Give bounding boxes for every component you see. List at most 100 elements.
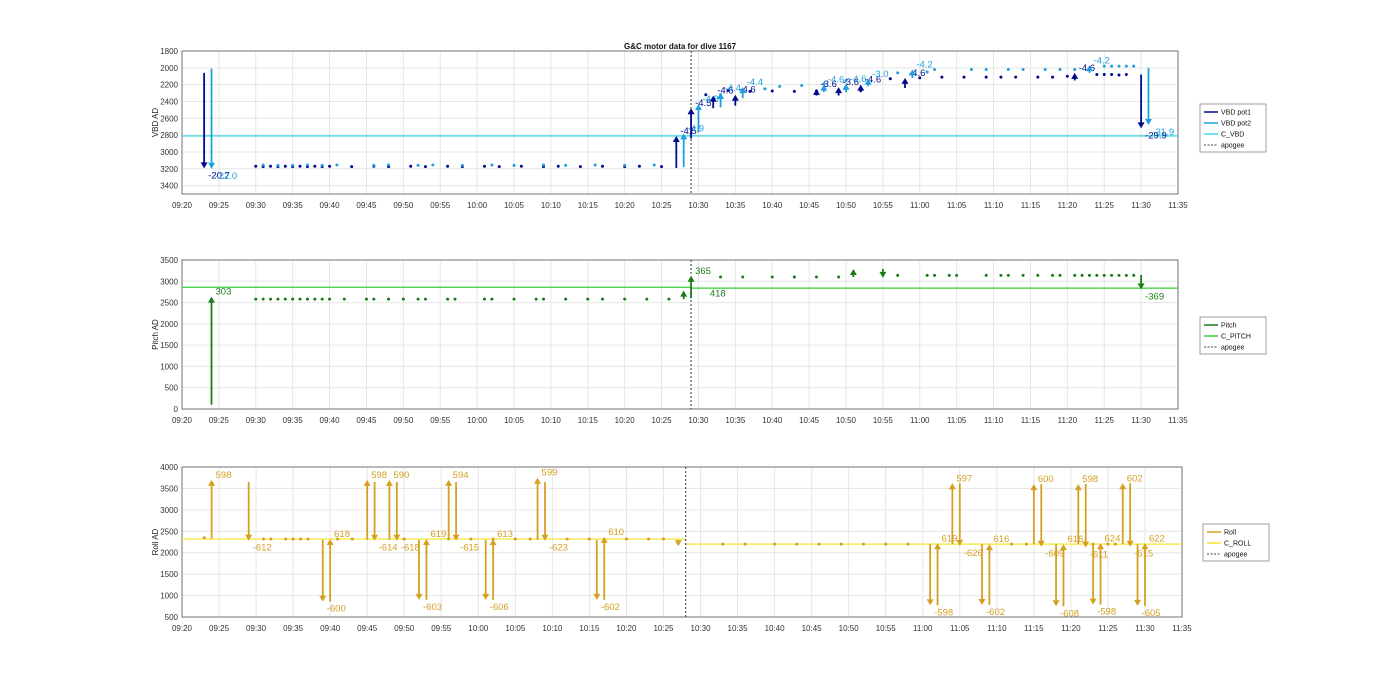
data-point	[534, 297, 538, 301]
data-point	[906, 542, 910, 546]
data-point	[933, 68, 937, 72]
move-amount-label: -4.2	[1093, 55, 1109, 66]
x-tick-label: 10:50	[836, 416, 857, 425]
data-point	[721, 542, 725, 546]
x-tick-label: 10:55	[873, 416, 894, 425]
move-amount-label: -600	[327, 604, 346, 615]
move-amount-label: -3.0	[872, 69, 888, 80]
x-tick-label: 09:50	[393, 416, 414, 425]
legend-entry: apogee	[1224, 552, 1247, 559]
x-tick-label: 10:50	[839, 624, 860, 633]
data-point	[261, 537, 265, 541]
data-point	[519, 164, 523, 168]
x-tick-label: 10:40	[762, 201, 783, 210]
data-point	[999, 75, 1003, 79]
x-tick-label: 09:30	[246, 624, 267, 633]
data-point	[306, 537, 310, 541]
move-amount-label: -4.2	[916, 60, 932, 71]
x-tick-label: 10:55	[876, 624, 897, 633]
data-point	[1036, 273, 1040, 277]
data-point	[1117, 73, 1121, 77]
y-tick-label: 2500	[160, 299, 178, 308]
x-tick-label: 11:15	[1021, 201, 1041, 210]
move-amount-label: 598	[371, 470, 387, 481]
x-tick-label: 11:35	[1172, 624, 1192, 633]
move-amount-label: -4.4	[747, 77, 763, 88]
data-point	[469, 537, 473, 541]
data-point	[778, 84, 782, 88]
x-tick-label: 10:35	[728, 624, 749, 633]
y-tick-label: 2500	[160, 527, 178, 536]
data-point	[861, 542, 865, 546]
data-point	[984, 68, 988, 72]
y-axis-label: Roll AD	[151, 528, 160, 555]
data-point	[940, 75, 944, 79]
data-point	[586, 297, 590, 301]
data-point	[1073, 68, 1077, 72]
move-amount-label: -615	[460, 543, 479, 554]
x-tick-label: 10:10	[542, 624, 563, 633]
y-tick-label: 2200	[160, 81, 178, 90]
legend-entry: apogee	[1221, 345, 1244, 352]
legend-entry: C_ROLL	[1224, 541, 1251, 548]
y-tick-label: 1500	[160, 341, 178, 350]
y-tick-label: 1000	[160, 362, 178, 371]
data-point	[497, 165, 501, 169]
x-tick-label: 11:00	[910, 201, 930, 210]
x-tick-label: 09:40	[320, 416, 341, 425]
data-point	[298, 164, 302, 168]
data-point	[565, 537, 569, 541]
roll-panel: 09:20 09:25 09:30 09:35 09:40 09:45 09:50 09:55…	[151, 463, 1270, 633]
move-amount-label: -623	[549, 543, 568, 554]
data-point	[647, 537, 651, 541]
data-point	[490, 297, 494, 301]
data-point	[202, 536, 206, 540]
x-tick-label: 10:10	[541, 201, 562, 210]
data-point	[792, 89, 796, 93]
x-tick-label: 09:55	[430, 201, 451, 210]
legend-entry: VBD pot2	[1221, 121, 1251, 128]
data-point	[564, 297, 568, 301]
data-point	[482, 164, 486, 168]
data-point	[1058, 68, 1062, 72]
x-tick-label: 09:25	[209, 416, 230, 425]
x-tick-label: 10:45	[799, 201, 820, 210]
y-tick-label: 2800	[160, 131, 178, 140]
data-point	[792, 275, 796, 279]
data-point	[291, 537, 295, 541]
data-point	[254, 297, 258, 301]
data-point	[291, 163, 295, 167]
data-point	[1095, 73, 1099, 77]
data-point	[623, 297, 627, 301]
data-point	[933, 273, 937, 277]
data-point	[1051, 273, 1055, 277]
data-point	[839, 542, 843, 546]
move-amount-label: -22.0	[216, 171, 238, 182]
x-tick-label: 11:05	[947, 201, 967, 210]
legend-entry: apogee	[1221, 143, 1244, 150]
y-tick-label: 3000	[160, 277, 178, 286]
data-point	[925, 70, 929, 74]
data-point	[1110, 73, 1114, 77]
vbd-panel: 09:20 09:25 09:30 09:35 09:40 09:45 09:50 09:55…	[151, 47, 1267, 210]
x-tick-label: 10:00	[467, 201, 488, 210]
y-tick-label: 0	[174, 405, 179, 414]
x-tick-label: 10:05	[504, 201, 525, 210]
data-point	[542, 297, 546, 301]
move-amount-label: 619	[942, 533, 958, 544]
x-tick-label: 09:50	[393, 201, 414, 210]
data-point	[446, 164, 450, 168]
data-point	[1024, 542, 1028, 546]
data-point	[1014, 75, 1018, 79]
data-point	[1102, 273, 1106, 277]
x-tick-label: 10:05	[505, 624, 526, 633]
legend-entry: C_VBD	[1221, 132, 1244, 139]
x-tick-label: 10:00	[468, 624, 489, 633]
x-tick-label: 10:25	[652, 416, 673, 425]
data-point	[1124, 64, 1128, 68]
x-tick-label: 10:45	[799, 416, 820, 425]
data-point	[1073, 273, 1077, 277]
data-point	[1043, 68, 1047, 72]
data-point	[1132, 64, 1136, 68]
move-amount-label: 594	[453, 470, 469, 481]
